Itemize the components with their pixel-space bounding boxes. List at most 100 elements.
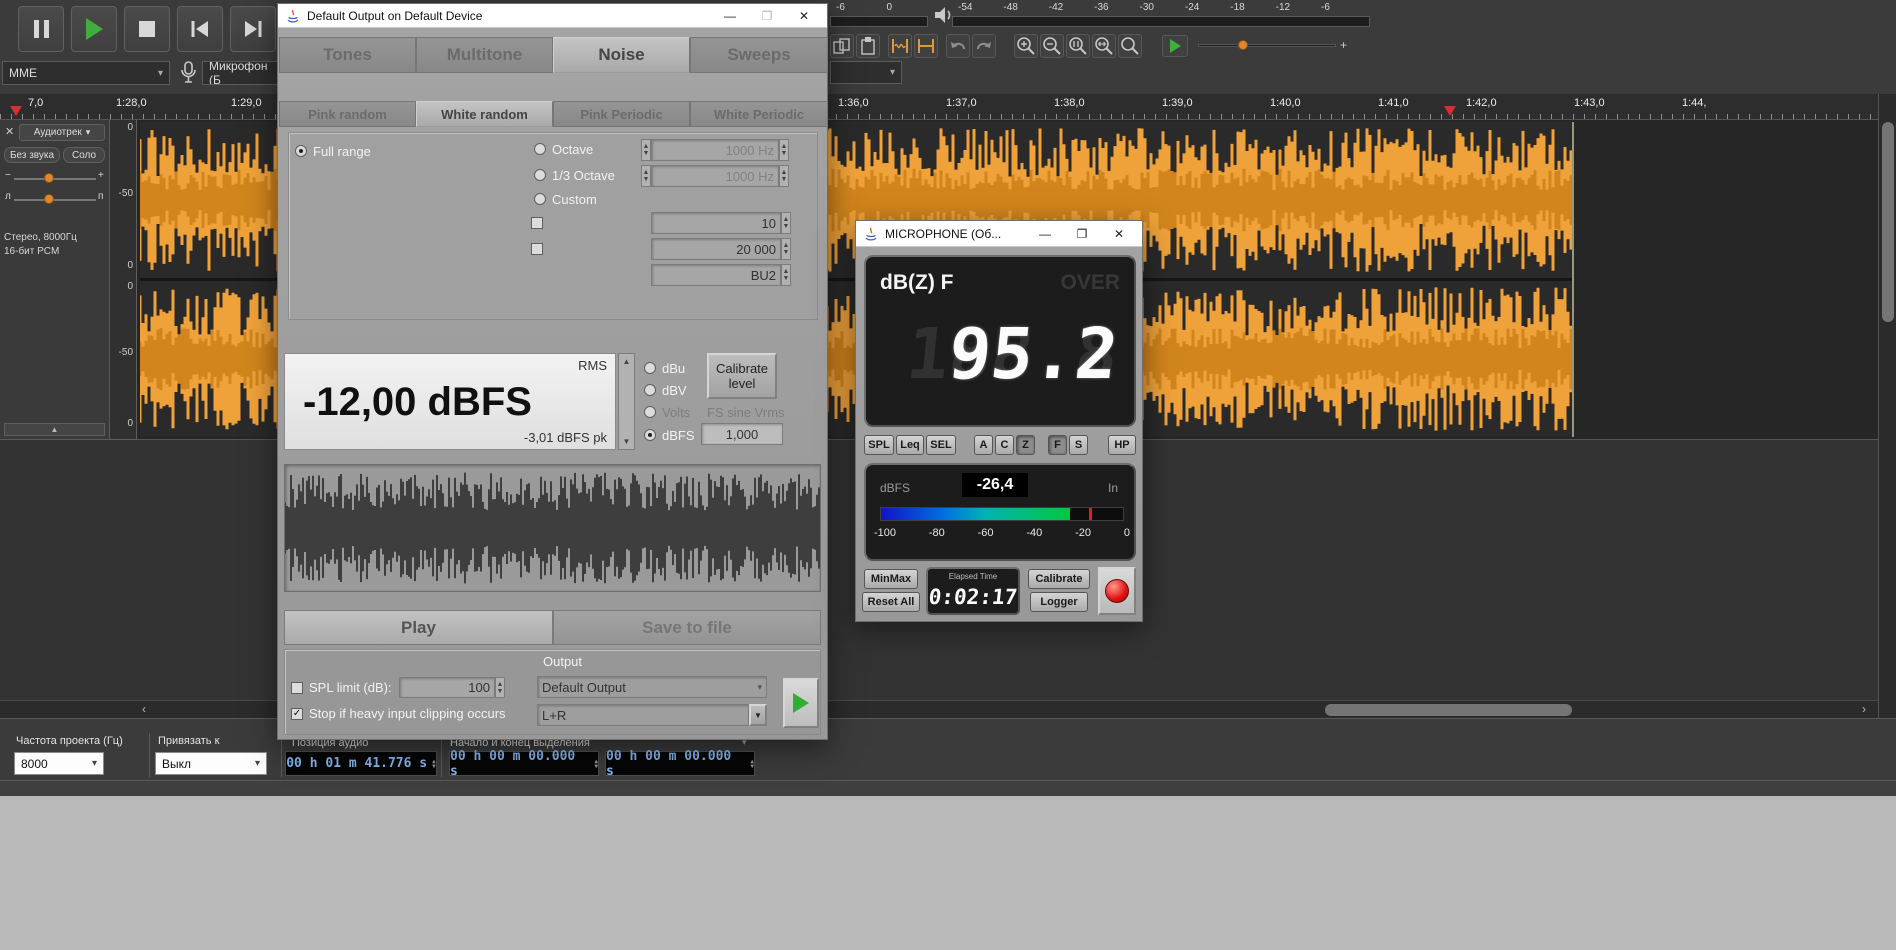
vertical-scrollbar[interactable] (1878, 94, 1896, 718)
redo-button[interactable] (972, 34, 996, 58)
minimize-button[interactable]: — (715, 9, 745, 23)
track-mute-button[interactable]: Без звука (4, 147, 60, 163)
time-spinner[interactable]: ▲ ▼ (750, 758, 754, 769)
routing-combo[interactable]: L+R (537, 704, 749, 726)
close-button[interactable]: ✕ (1104, 227, 1134, 241)
zoom-toggle-button[interactable] (1118, 34, 1142, 58)
zoom-in-button[interactable] (1014, 34, 1038, 58)
snap-to-combo[interactable]: Выкл ▾ (155, 752, 267, 775)
subtab-pink-random[interactable]: Pink random (279, 101, 416, 127)
custom-radio[interactable] (534, 193, 546, 205)
generator-play-button[interactable]: Play (284, 610, 553, 645)
slow-button[interactable]: S (1069, 435, 1088, 455)
third-freq-stepper-left[interactable]: ▲ ▼ (641, 165, 651, 187)
subtab-white-random[interactable]: White random (416, 101, 553, 127)
playback-meter-bar[interactable] (952, 16, 1370, 27)
tab-tones[interactable]: Tones (279, 37, 416, 73)
reset-all-button[interactable]: Reset All (862, 592, 920, 612)
output-device-combo[interactable]: Default Output ▾ (537, 676, 767, 698)
high-freq-checkbox[interactable] (531, 243, 543, 255)
unit-field[interactable]: BU2 (651, 264, 781, 286)
third-octave-radio[interactable] (534, 169, 546, 181)
recording-channels-combo[interactable]: ▾ (830, 61, 902, 84)
timeline-pin-icon[interactable] (1444, 106, 1456, 116)
save-to-file-button[interactable]: Save to file (553, 610, 821, 645)
c-weighting-button[interactable]: C (995, 435, 1014, 455)
level-stepper[interactable]: ▲ ▼ (618, 353, 635, 450)
recording-device-combo[interactable]: Микрофон (Б (202, 61, 278, 85)
volts-radio[interactable] (644, 406, 656, 418)
fast-button[interactable]: F (1048, 435, 1067, 455)
time-spinner[interactable]: ▲ ▼ (594, 758, 598, 769)
dbu-radio[interactable] (644, 362, 656, 374)
zoom-fit-button[interactable] (1092, 34, 1116, 58)
dbv-radio[interactable] (644, 384, 656, 396)
hp-filter-button[interactable]: HP (1108, 435, 1136, 455)
z-weighting-button[interactable]: Z (1016, 435, 1035, 455)
third-freq-field[interactable]: 1000 Hz (651, 165, 779, 187)
full-range-radio[interactable] (295, 145, 307, 157)
logger-button[interactable]: Logger (1030, 592, 1088, 612)
time-spinner[interactable]: ▲ ▼ (432, 758, 436, 769)
maximize-button[interactable]: ❐ (752, 9, 782, 23)
minmax-button[interactable]: MinMax (864, 569, 918, 589)
gain-slider-track[interactable] (14, 178, 96, 180)
calibrate-level-button[interactable]: Calibrate level (707, 353, 777, 399)
spl-mode-button[interactable]: SPL (864, 435, 894, 455)
spl-limit-stepper[interactable]: ▲ ▼ (495, 677, 505, 698)
meter-titlebar[interactable]: MICROPHONE (Об... — ❐ ✕ (856, 221, 1142, 247)
scroll-left-icon[interactable]: ‹ (142, 702, 146, 716)
silence-audio-button[interactable] (914, 34, 938, 58)
zoom-selection-button[interactable] (1066, 34, 1090, 58)
undo-button[interactable] (946, 34, 970, 58)
octave-freq-stepper-right[interactable]: ▲ ▼ (779, 139, 789, 161)
high-freq-field[interactable]: 20 000 (651, 238, 781, 260)
audio-position-display[interactable]: 00 h 01 m 41.776 s ▲ ▼ (285, 751, 437, 776)
record-button[interactable] (1098, 567, 1136, 615)
play-button[interactable] (71, 6, 117, 52)
subtab-white-periodic[interactable]: White Periodic (690, 101, 828, 127)
speed-slider-thumb[interactable] (1238, 40, 1248, 50)
a-weighting-button[interactable]: A (974, 435, 993, 455)
stop-button[interactable] (124, 6, 170, 52)
calibrate-button[interactable]: Calibrate (1028, 569, 1090, 589)
vertical-scrollbar-thumb[interactable] (1882, 122, 1894, 322)
output-start-button[interactable] (783, 678, 819, 728)
pause-button[interactable] (18, 6, 64, 52)
tab-sweeps[interactable]: Sweeps (690, 37, 828, 73)
copy-button[interactable] (830, 34, 854, 58)
low-freq-stepper[interactable]: ▲ ▼ (781, 212, 791, 234)
paste-button[interactable] (856, 34, 880, 58)
tab-noise[interactable]: Noise (553, 37, 690, 73)
skip-to-end-button[interactable] (230, 6, 276, 52)
close-button[interactable]: ✕ (789, 9, 819, 23)
skip-to-start-button[interactable] (177, 6, 223, 52)
selection-end-display[interactable]: 00 h 00 m 00.000 s ▲ ▼ (605, 749, 755, 779)
pan-slider-track[interactable] (14, 199, 96, 201)
minimize-button[interactable]: — (1030, 227, 1060, 241)
scroll-right-icon[interactable]: › (1862, 702, 1866, 716)
tab-multitone[interactable]: Multitone (416, 37, 553, 73)
recording-meter-bar[interactable] (830, 16, 928, 27)
selection-start-display[interactable]: 00 h 00 m 00.000 s ▲ ▼ (449, 749, 599, 779)
stop-clipping-checkbox[interactable]: ✓ (291, 708, 303, 720)
octave-freq-stepper-left[interactable]: ▲ ▼ (641, 139, 651, 161)
fs-value-field[interactable]: 1,000 (701, 423, 783, 445)
pan-slider-thumb[interactable] (44, 194, 54, 204)
spl-limit-field[interactable]: 100 (399, 677, 495, 698)
generator-titlebar[interactable]: Default Output on Default Device — ❐ ✕ (278, 4, 827, 28)
horizontal-scrollbar-thumb[interactable] (1325, 704, 1572, 716)
timeline-pin-icon[interactable] (10, 106, 22, 116)
track-close-icon[interactable]: ✕ (5, 125, 14, 138)
dbfs-radio[interactable] (644, 429, 656, 441)
octave-freq-field[interactable]: 1000 Hz (651, 139, 779, 161)
audio-host-combo[interactable]: MME ▾ (2, 61, 170, 85)
maximize-button[interactable]: ❐ (1067, 227, 1097, 241)
spl-limit-checkbox[interactable] (291, 682, 303, 694)
gain-slider-thumb[interactable] (44, 173, 54, 183)
low-freq-field[interactable]: 10 (651, 212, 781, 234)
track-collapse-button[interactable]: ▲ (4, 423, 105, 436)
low-freq-checkbox[interactable] (531, 217, 543, 229)
speed-slider-track[interactable] (1198, 44, 1336, 47)
track-name-menu[interactable]: Аудиотрек ▾ (19, 124, 105, 141)
